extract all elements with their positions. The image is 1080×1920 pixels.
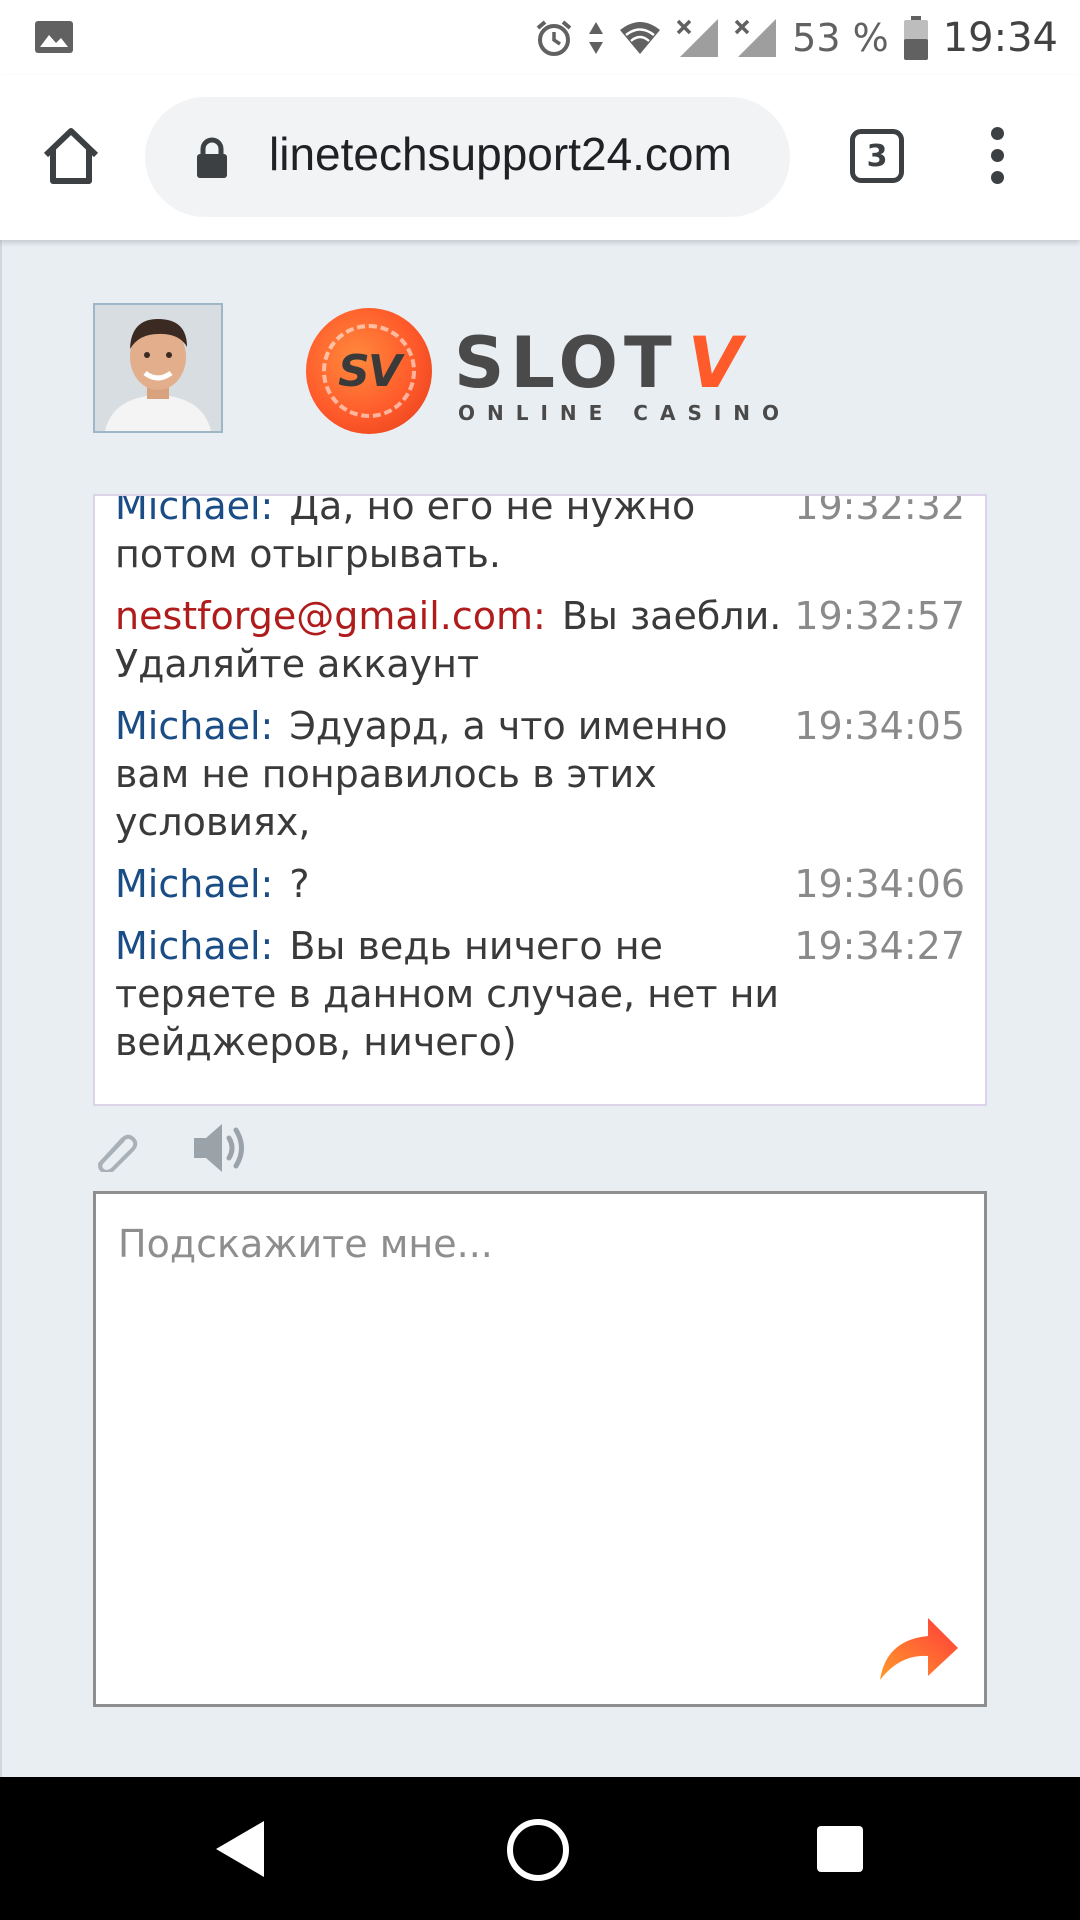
message-input-box [93,1191,987,1707]
message-time: 19:34:06 [794,862,965,906]
chat-message: nestforge@gmail.com: Вы заебли. Удаляйте … [115,592,965,688]
logo-wordmark: SLOT V [454,322,748,404]
chat-message: Michael: Да, но его не нужно потом отыгры… [115,494,965,578]
browser-toolbar: linetechsupport24.com 3 [0,75,1080,240]
message-time: 19:34:27 [794,924,965,968]
status-time: 19:34 [942,15,1058,61]
home-circle-icon[interactable] [505,1817,571,1883]
agent-avatar [93,303,223,433]
message-time: 19:32:57 [794,594,965,638]
battery-percent: 53 % [792,16,889,60]
message-input[interactable] [96,1194,984,1704]
lock-icon [197,137,227,178]
url-text: linetechsupport24.com [269,128,732,180]
battery-icon [903,16,928,60]
message-author: Michael: [115,704,274,748]
chat-page: SV SLOT V ONLINE CASINO Michael: Да, но ег… [0,240,1080,1777]
address-bar[interactable]: linetechsupport24.com [145,97,790,217]
more-menu-icon[interactable] [982,127,1012,189]
message-text: ? [289,862,310,906]
data-transfer-icon [589,22,604,54]
paperclip-icon[interactable] [92,1128,142,1172]
signal-sim2-icon [734,19,777,57]
chat-message: Michael: Эдуард, а что именно вам не понр… [115,702,965,846]
image-notification-icon [35,21,73,53]
message-author: Michael: [115,924,274,968]
chat-message: Michael:? 19:34:06 [115,860,965,908]
logo-emblem: SV [306,308,432,434]
agent-photo [95,305,221,431]
back-icon[interactable] [212,1817,268,1881]
tab-switcher-button[interactable]: 3 [850,129,904,183]
chat-messages[interactable]: Michael: Да, но его не нужно потом отыгры… [93,494,987,1106]
logo-tagline: ONLINE CASINO [458,401,792,425]
recent-apps-icon[interactable] [817,1826,863,1872]
message-author: Michael: [115,494,274,528]
casino-logo: SV SLOT V ONLINE CASINO [306,308,779,438]
signal-sim1-icon [676,19,719,57]
alarm-icon [536,20,572,56]
message-author: nestforge@gmail.com: [115,594,546,638]
chat-message: Michael: Вы ведь ничего не теряете в данн… [115,922,965,1066]
speaker-icon[interactable] [192,1120,250,1176]
wifi-icon [620,22,661,54]
send-arrow-icon[interactable] [876,1614,960,1684]
home-icon[interactable] [40,125,102,187]
message-author: Michael: [115,862,274,906]
message-time: 19:34:05 [794,704,965,748]
message-time: 19:32:32 [794,494,965,528]
android-nav-bar [0,1777,1080,1920]
status-bar: 53 % 19:34 [0,0,1080,75]
